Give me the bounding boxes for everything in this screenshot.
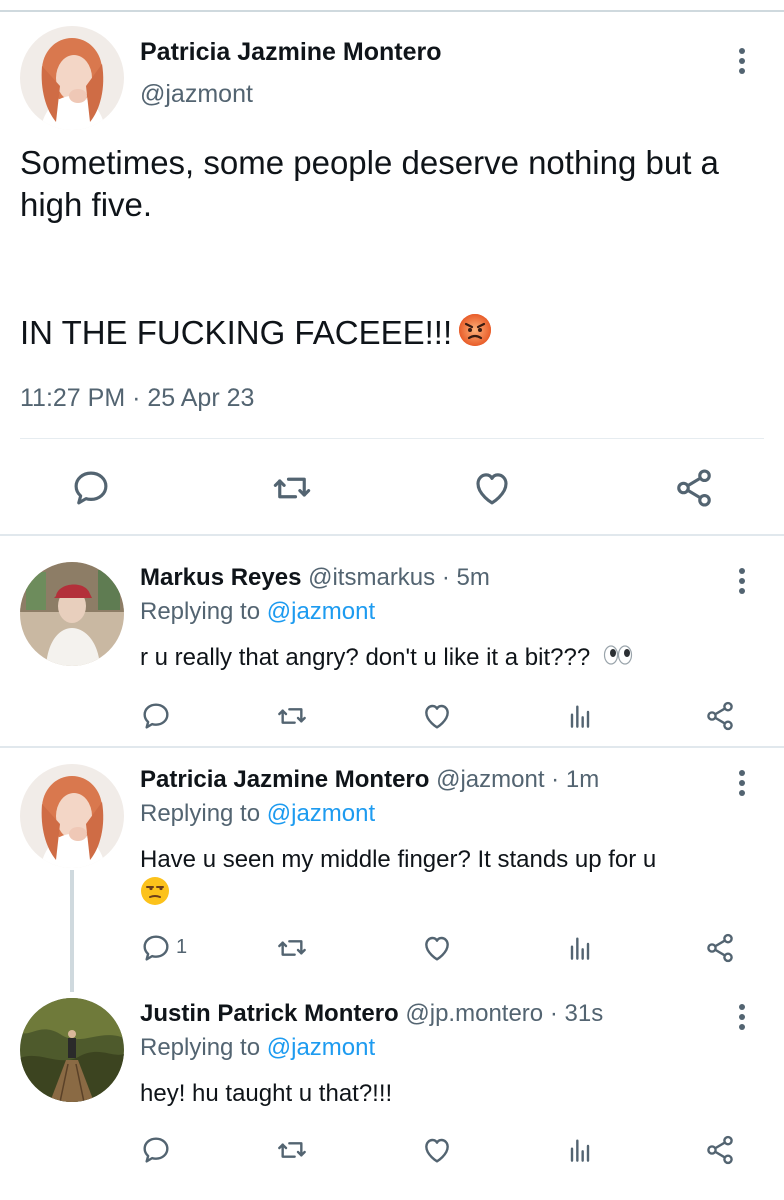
separator-dot: · bbox=[441, 564, 450, 591]
tweet-text: Sometimes, some people deserve nothing b… bbox=[20, 144, 729, 223]
reply-text-content: Have u seen my middle finger? It stands … bbox=[140, 846, 657, 873]
mention-link[interactable]: @jazmont bbox=[267, 598, 375, 625]
author-name[interactable]: Justin Patrick Montero bbox=[140, 1000, 399, 1027]
author-handle[interactable]: @itsmarkus bbox=[308, 564, 435, 591]
author-handle[interactable]: @jazmont bbox=[140, 80, 253, 109]
reply-text: hey! hu taught u that?!!! bbox=[140, 1080, 393, 1107]
reply-time[interactable]: 31s bbox=[565, 1000, 604, 1027]
like-icon[interactable] bbox=[421, 700, 453, 732]
replying-prefix: Replying to bbox=[140, 598, 261, 625]
author-name[interactable]: Patricia Jazmine Montero bbox=[140, 38, 441, 67]
author-handle[interactable]: @jazmont bbox=[436, 766, 544, 793]
angry-face-emoji-icon bbox=[458, 313, 492, 357]
avatar[interactable] bbox=[20, 26, 124, 130]
reply-tweet[interactable]: Justin Patrick Montero @jp.montero · 31s… bbox=[0, 998, 784, 1188]
replying-prefix: Replying to bbox=[140, 1034, 261, 1061]
reply-time[interactable]: 1m bbox=[566, 766, 599, 793]
separator-dot: · bbox=[551, 766, 560, 793]
mention-link[interactable]: @jazmont bbox=[267, 800, 375, 827]
author-handle[interactable]: @jp.montero bbox=[405, 1000, 543, 1027]
reply-meta: Markus Reyes @itsmarkus · 5m bbox=[140, 564, 490, 592]
more-options-icon[interactable] bbox=[737, 48, 747, 78]
retweet-icon[interactable] bbox=[276, 700, 308, 732]
reply-icon[interactable] bbox=[140, 1134, 172, 1166]
more-options-icon[interactable] bbox=[737, 770, 747, 800]
reply-count[interactable]: 1 bbox=[176, 936, 187, 959]
divider bbox=[0, 534, 784, 536]
reply-tweet[interactable]: Markus Reyes @itsmarkus · 5m Replying to… bbox=[0, 562, 784, 746]
replying-prefix: Replying to bbox=[140, 800, 261, 827]
reply-text: Have u seen my middle finger? It stands … bbox=[140, 844, 760, 915]
reply-icon[interactable] bbox=[140, 700, 172, 732]
replying-to: Replying to @jazmont bbox=[140, 598, 375, 626]
analytics-icon[interactable] bbox=[564, 700, 596, 732]
more-options-icon[interactable] bbox=[737, 568, 747, 598]
like-icon[interactable] bbox=[421, 932, 453, 964]
reply-tweet[interactable]: Patricia Jazmine Montero @jazmont · 1m R… bbox=[0, 764, 784, 984]
separator-dot: · bbox=[549, 1000, 558, 1027]
more-options-icon[interactable] bbox=[737, 1004, 747, 1034]
reply-icon[interactable] bbox=[70, 467, 112, 509]
tweet-timestamp[interactable]: 11:27 PM · 25 Apr 23 bbox=[20, 384, 254, 413]
reply-meta: Justin Patrick Montero @jp.montero · 31s bbox=[140, 1000, 603, 1028]
reply-text-content: r u really that angry? don't u like it a… bbox=[140, 644, 591, 671]
share-icon[interactable] bbox=[704, 1134, 736, 1166]
reply-text: r u really that angry? don't u like it a… bbox=[140, 642, 760, 675]
mention-link[interactable]: @jazmont bbox=[267, 1034, 375, 1061]
reply-time[interactable]: 5m bbox=[457, 564, 490, 591]
like-icon[interactable] bbox=[471, 467, 513, 509]
retweet-icon[interactable] bbox=[276, 932, 308, 964]
avatar[interactable] bbox=[20, 562, 124, 666]
retweet-icon[interactable] bbox=[271, 467, 313, 509]
reply-icon[interactable] bbox=[140, 932, 172, 964]
share-icon[interactable] bbox=[673, 467, 715, 509]
analytics-icon[interactable] bbox=[564, 1134, 596, 1166]
analytics-icon[interactable] bbox=[564, 932, 596, 964]
divider bbox=[0, 746, 784, 748]
unamused-face-emoji-icon bbox=[140, 876, 170, 915]
author-name[interactable]: Patricia Jazmine Montero bbox=[140, 766, 429, 793]
avatar[interactable] bbox=[20, 764, 124, 868]
share-icon[interactable] bbox=[704, 700, 736, 732]
replying-to: Replying to @jazmont bbox=[140, 800, 375, 828]
divider bbox=[20, 438, 764, 439]
share-icon[interactable] bbox=[704, 932, 736, 964]
retweet-icon[interactable] bbox=[276, 1134, 308, 1166]
main-tweet[interactable]: Patricia Jazmine Montero @jazmont Someti… bbox=[0, 12, 784, 534]
author-name[interactable]: Markus Reyes bbox=[140, 564, 301, 591]
tweet-text-line2-content: IN THE FUCKING FACEEE!!! bbox=[20, 314, 453, 351]
replying-to: Replying to @jazmont bbox=[140, 1034, 375, 1062]
avatar[interactable] bbox=[20, 998, 124, 1102]
eyes-emoji-icon bbox=[603, 643, 633, 675]
tweet-text-line2: IN THE FUCKING FACEEE!!! bbox=[20, 312, 492, 357]
like-icon[interactable] bbox=[421, 1134, 453, 1166]
reply-meta: Patricia Jazmine Montero @jazmont · 1m bbox=[140, 766, 599, 794]
